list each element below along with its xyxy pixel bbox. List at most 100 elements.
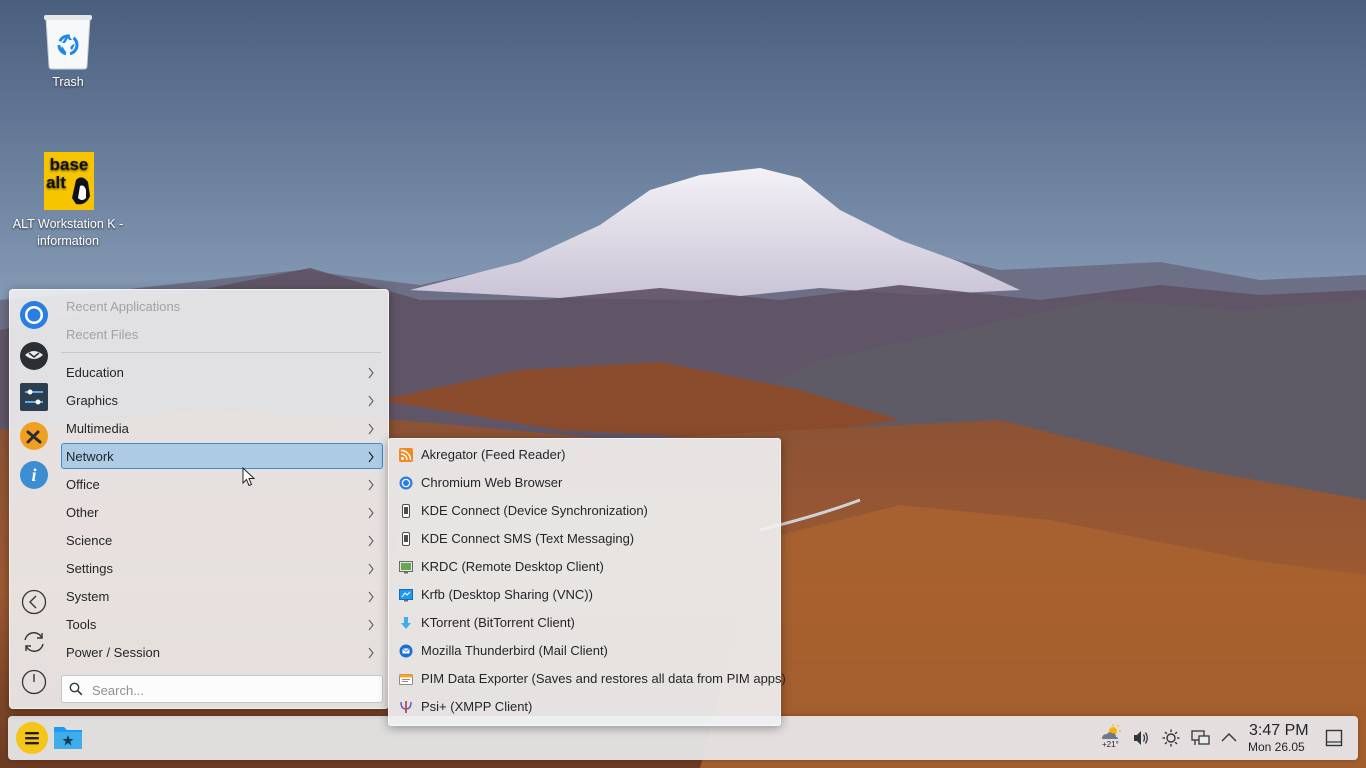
category-office[interactable]: Office bbox=[61, 471, 383, 497]
chevron-right-icon bbox=[368, 507, 374, 519]
app-label: KDE Connect SMS (Text Messaging) bbox=[421, 531, 635, 546]
shutdown-icon bbox=[21, 669, 47, 695]
favorite-alt-tools[interactable] bbox=[19, 421, 49, 451]
menu-icon bbox=[16, 722, 48, 754]
svg-text:i: i bbox=[31, 465, 36, 485]
logo-text-bottom: alt bbox=[46, 173, 66, 192]
favorite-thunderbird[interactable] bbox=[19, 341, 49, 371]
favorite-chromium[interactable] bbox=[19, 300, 49, 330]
phone-icon bbox=[402, 504, 410, 518]
psi-icon bbox=[400, 701, 412, 713]
favorite-info-center[interactable]: i bbox=[19, 460, 49, 490]
category-label: Graphics bbox=[66, 393, 119, 408]
desktop-icon-label: Trash bbox=[52, 75, 84, 89]
category-settings[interactable]: Settings bbox=[61, 555, 383, 581]
desktop-sharing-icon bbox=[399, 589, 413, 602]
chevron-right-icon bbox=[368, 479, 374, 491]
app-thunderbird[interactable]: Mozilla Thunderbird (Mail Client) bbox=[393, 637, 776, 665]
folder-icon bbox=[54, 727, 82, 749]
app-ktorrent[interactable]: KTorrent (BitTorrent Client) bbox=[393, 609, 776, 637]
favorite-system-settings[interactable] bbox=[19, 382, 49, 412]
trash-icon bbox=[44, 15, 92, 70]
thunderbird-icon bbox=[399, 644, 413, 658]
show-hidden-tray-button[interactable] bbox=[1220, 729, 1238, 750]
chevron-right-icon bbox=[368, 451, 374, 463]
category-graphics[interactable]: Graphics bbox=[61, 387, 383, 413]
search-icon bbox=[69, 682, 83, 696]
rss-icon bbox=[399, 448, 413, 462]
app-label: KTorrent (BitTorrent Client) bbox=[421, 615, 575, 630]
category-network[interactable]: Network bbox=[61, 443, 383, 469]
category-education[interactable]: Education bbox=[61, 359, 383, 385]
category-multimedia[interactable]: Multimedia bbox=[61, 415, 383, 441]
app-label: Psi+ (XMPP Client) bbox=[421, 699, 533, 714]
leave-icon bbox=[21, 589, 47, 615]
leave-button[interactable] bbox=[21, 589, 47, 615]
network-button[interactable] bbox=[1191, 729, 1211, 750]
speaker-icon bbox=[1134, 731, 1148, 745]
remote-desktop-icon bbox=[399, 561, 413, 574]
taskbar-dolphin[interactable] bbox=[53, 723, 83, 754]
chevron-right-icon bbox=[368, 423, 374, 435]
desktop-icon-trash[interactable]: Trash bbox=[12, 12, 124, 91]
clock-date[interactable]: Mon 26.05 bbox=[1248, 740, 1305, 754]
brightness-button[interactable] bbox=[1162, 729, 1180, 750]
thunderbird-icon bbox=[20, 342, 48, 370]
chevron-right-icon bbox=[368, 591, 374, 603]
pim-exporter-icon bbox=[399, 674, 413, 685]
category-label: Tools bbox=[66, 617, 97, 632]
weather-temperature: +21° bbox=[1102, 740, 1119, 749]
category-label: Power / Session bbox=[66, 645, 160, 660]
chevron-up-icon bbox=[1221, 733, 1237, 742]
chromium-icon bbox=[20, 301, 48, 329]
application-launcher-button[interactable] bbox=[15, 721, 49, 758]
logo-text-top: base bbox=[50, 155, 89, 174]
category-label: Multimedia bbox=[66, 421, 129, 436]
category-label: Settings bbox=[66, 561, 113, 576]
search-field[interactable] bbox=[61, 675, 383, 703]
category-science[interactable]: Science bbox=[61, 527, 383, 553]
app-kde-connect-sms[interactable]: KDE Connect SMS (Text Messaging) bbox=[393, 525, 776, 553]
app-chromium[interactable]: Chromium Web Browser bbox=[393, 469, 776, 497]
phone-icon bbox=[402, 532, 410, 546]
clock-time[interactable]: 3:47 PM bbox=[1249, 722, 1309, 740]
category-label: System bbox=[66, 589, 110, 604]
brightness-icon bbox=[1162, 729, 1180, 747]
chromium-icon bbox=[399, 476, 413, 490]
category-other[interactable]: Other bbox=[61, 499, 383, 525]
application-launcher: i Recent Applications Recent Files Educa… bbox=[9, 289, 389, 709]
restart-icon bbox=[24, 632, 44, 652]
chevron-right-icon bbox=[368, 367, 374, 379]
category-tools[interactable]: Tools bbox=[61, 611, 383, 637]
category-label: Office bbox=[66, 477, 100, 492]
torrent-icon bbox=[401, 617, 411, 629]
desktop-icon-label: ALT Workstation K - information bbox=[12, 217, 124, 248]
app-pim-data-exporter[interactable]: PIM Data Exporter (Saves and restores al… bbox=[393, 665, 786, 693]
category-label: Education bbox=[66, 365, 124, 380]
category-power-session[interactable]: Power / Session bbox=[61, 639, 383, 665]
network-wired-icon bbox=[1191, 730, 1210, 745]
app-label: KDE Connect (Device Synchronization) bbox=[421, 503, 648, 518]
app-label: Mozilla Thunderbird (Mail Client) bbox=[421, 643, 608, 658]
shutdown-button[interactable] bbox=[21, 669, 47, 695]
network-submenu: Akregator (Feed Reader) Chromium Web Bro… bbox=[388, 438, 786, 726]
category-label: Other bbox=[66, 505, 99, 520]
app-label: PIM Data Exporter (Saves and restores al… bbox=[421, 671, 786, 686]
favorites-column: i bbox=[10, 290, 60, 708]
recent-files[interactable]: Recent Files bbox=[66, 321, 138, 349]
chevron-right-icon bbox=[368, 395, 374, 407]
search-input[interactable] bbox=[90, 679, 374, 701]
app-label: KRDC (Remote Desktop Client) bbox=[421, 559, 604, 574]
desktop-icon-alt-information[interactable]: base alt ALT Workstation K - information bbox=[12, 150, 124, 250]
app-krfb[interactable]: Krfb (Desktop Sharing (VNC)) bbox=[393, 581, 776, 609]
app-kde-connect[interactable]: KDE Connect (Device Synchronization) bbox=[393, 497, 776, 525]
app-akregator[interactable]: Akregator (Feed Reader) bbox=[393, 441, 776, 469]
restart-button[interactable] bbox=[21, 629, 47, 655]
show-desktop-button[interactable] bbox=[1325, 729, 1343, 750]
volume-button[interactable] bbox=[1132, 729, 1150, 750]
info-center-icon: i bbox=[20, 461, 48, 489]
category-system[interactable]: System bbox=[61, 583, 383, 609]
app-psi-plus[interactable]: Psi+ (XMPP Client) bbox=[393, 693, 776, 721]
recent-applications[interactable]: Recent Applications bbox=[66, 293, 180, 321]
app-krdc[interactable]: KRDC (Remote Desktop Client) bbox=[393, 553, 776, 581]
